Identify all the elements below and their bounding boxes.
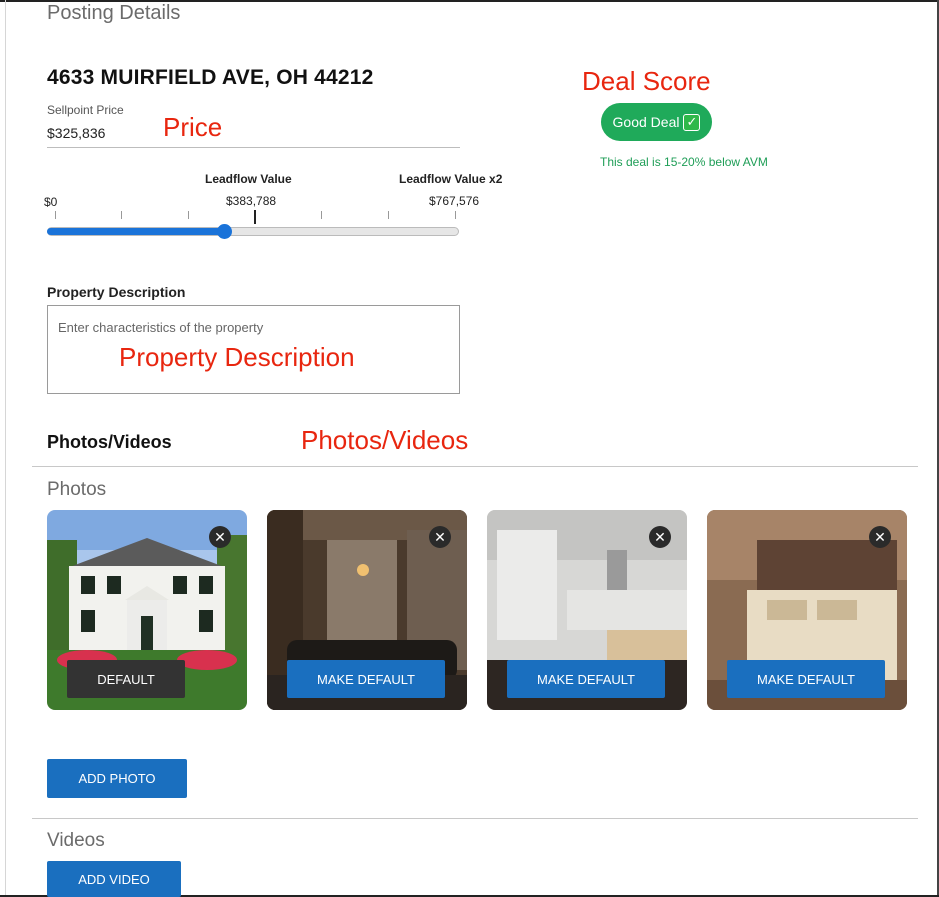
photos-heading: Photos xyxy=(47,479,107,500)
default-photo-button[interactable]: DEFAULT xyxy=(67,660,185,698)
slider-tick xyxy=(55,211,56,219)
remove-photo-button[interactable]: ✕ xyxy=(869,526,891,548)
slider-mid-value: $383,788 xyxy=(226,194,277,208)
check-icon: ✓ xyxy=(683,113,701,131)
description-label: Property Description xyxy=(47,284,186,300)
description-placeholder: Enter characteristics of the property xyxy=(58,320,264,335)
slider-tick xyxy=(455,211,456,219)
left-border xyxy=(5,0,6,897)
remove-photo-button[interactable]: ✕ xyxy=(429,526,451,548)
photo-card: ✕ MAKE DEFAULT xyxy=(267,510,467,710)
make-default-button[interactable]: MAKE DEFAULT xyxy=(287,660,445,698)
deal-score-label: Good Deal xyxy=(612,114,680,130)
slider-tick xyxy=(121,211,122,219)
videos-heading: Videos xyxy=(47,830,105,851)
price-slider-thumb[interactable] xyxy=(217,224,232,239)
remove-photo-button[interactable]: ✕ xyxy=(209,526,231,548)
slider-max-header: Leadflow Value x2 xyxy=(399,172,503,186)
remove-photo-button[interactable]: ✕ xyxy=(649,526,671,548)
price-input-underline xyxy=(47,147,460,148)
photo-card: ✕ DEFAULT xyxy=(47,510,247,710)
add-video-button[interactable]: ADD VIDEO xyxy=(47,861,181,897)
make-default-button[interactable]: MAKE DEFAULT xyxy=(507,660,665,698)
price-input[interactable]: $325,836 xyxy=(47,125,105,141)
slider-tick xyxy=(321,211,322,219)
add-photo-button[interactable]: ADD PHOTO xyxy=(47,759,187,798)
slider-tick xyxy=(388,211,389,219)
deal-note: This deal is 15-20% below AVM xyxy=(600,155,768,169)
divider xyxy=(32,466,918,467)
slider-mid-header: Leadflow Value xyxy=(205,172,292,186)
price-label: Sellpoint Price xyxy=(47,103,124,117)
slider-min-label: $0 xyxy=(44,195,58,209)
property-address: 4633 MUIRFIELD AVE, OH 44212 xyxy=(47,66,374,89)
photo-card: ✕ MAKE DEFAULT xyxy=(487,510,687,710)
annotation-photos-videos: Photos/Videos xyxy=(301,425,469,455)
annotation-deal-score: Deal Score xyxy=(582,66,711,96)
slider-midpoint-marker xyxy=(254,210,256,224)
annotation-price: Price xyxy=(163,112,223,142)
divider xyxy=(32,818,918,819)
make-default-button[interactable]: MAKE DEFAULT xyxy=(727,660,885,698)
slider-tick xyxy=(188,211,189,219)
annotation-property-description: Property Description xyxy=(119,342,355,372)
price-slider-fill xyxy=(47,228,224,235)
photos-videos-heading: Photos/Videos xyxy=(47,432,172,452)
deal-score-badge: Good Deal ✓ xyxy=(601,103,712,141)
photo-card: ✕ MAKE DEFAULT xyxy=(707,510,907,710)
slider-max-value: $767,576 xyxy=(429,194,480,208)
section-title: Posting Details xyxy=(47,2,181,24)
